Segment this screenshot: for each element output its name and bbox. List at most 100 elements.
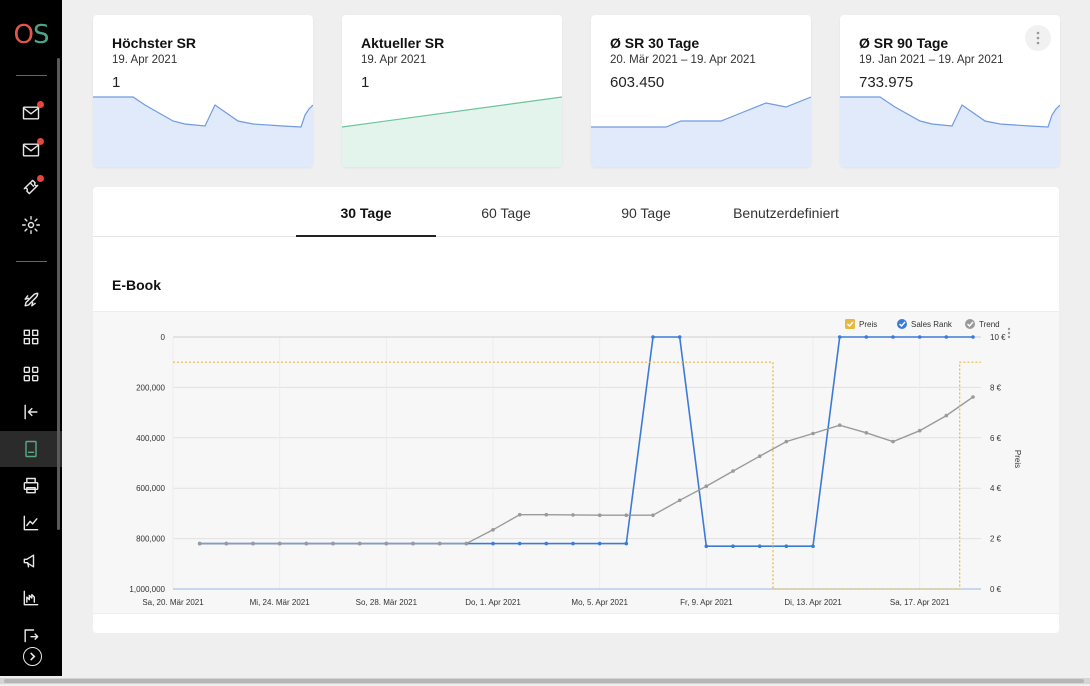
data-point-sales-rank [757,544,762,548]
sign-in-icon[interactable] [19,400,43,424]
data-point-sales-rank [971,335,975,339]
data-point-sales-rank [491,541,495,546]
sparkline [591,96,811,167]
y2-tick-label: 10 € [990,333,1006,342]
data-point-trend [491,528,495,532]
data-point-trend [224,541,229,546]
line-chart-icon[interactable] [19,511,43,535]
card-subtitle: 19. Apr 2021 [361,54,427,66]
chevron-right-icon[interactable] [23,647,42,666]
data-point-sales-rank [731,544,735,548]
y2-tick-label: 2 € [990,535,1002,544]
chart-menu-icon [1007,327,1011,331]
book-icon[interactable] [19,437,43,461]
data-point-trend [704,484,709,488]
section-title: E-Book [112,277,161,293]
sparkline [840,96,1060,167]
app-logo[interactable]: OS [0,20,62,50]
ticket-icon[interactable] [19,175,44,199]
data-point-sales-rank [597,541,602,546]
x-tick-label: Mo, 5. Apr 2021 [571,598,628,607]
tab-90-days[interactable]: 90 Tage [576,205,716,221]
data-point-sales-rank [837,335,842,339]
megaphone-icon[interactable] [19,549,43,573]
data-point-sales-rank [517,541,522,546]
data-point-trend [437,541,442,546]
export-icon[interactable] [19,623,43,647]
data-point-sales-rank [864,335,869,339]
data-point-sales-rank [704,544,709,548]
y-tick-label: 800,000 [136,535,165,544]
y2-tick-label: 6 € [990,434,1002,443]
card-subtitle: 20. Mär 2021 – 19. Apr 2021 [610,54,756,66]
tab-custom[interactable]: Benutzerdefiniert [716,205,856,221]
legend-marker-trend [965,319,975,329]
data-point-trend [917,428,922,433]
data-point-trend [891,439,895,444]
x-tick-label: Fr, 9. Apr 2021 [680,598,733,607]
sidebar-divider [16,261,47,262]
active-tab-indicator [296,235,436,237]
y2-tick-label: 4 € [990,484,1002,493]
sparkline [342,96,562,167]
notification-badge [37,101,44,108]
data-point-trend [811,431,815,436]
chart-menu-icon [1007,335,1011,339]
data-point-sales-rank [891,335,895,339]
data-point-trend [784,439,789,444]
notification-badge [37,138,44,145]
data-point-sales-rank [651,335,655,339]
data-point-trend [677,498,682,503]
card-subtitle: 19. Jan 2021 – 19. Apr 2021 [859,54,1004,66]
stat-card-avg-sr-30: Ø SR 30 Tage 20. Mär 2021 – 19. Apr 2021… [591,15,811,167]
card-value: 1 [112,74,121,91]
data-point-sales-rank [811,544,815,548]
chart-menu-icon [1007,331,1011,335]
stat-card-avg-sr-90: Ø SR 90 Tage 19. Jan 2021 – 19. Apr 2021… [840,15,1060,167]
printer-icon[interactable] [19,474,43,498]
card-title: Aktueller SR [361,35,445,51]
x-tick-label: Sa, 17. Apr 2021 [890,598,950,607]
gear-icon[interactable] [19,213,43,237]
data-point-trend [571,513,575,517]
data-point-trend [544,512,549,517]
grid-alt-icon[interactable] [19,362,43,386]
tab-30-days[interactable]: 30 Tage [296,205,436,221]
card-value: 733.975 [859,74,914,91]
data-point-sales-rank [571,541,575,546]
data-point-sales-rank [544,541,549,546]
y-tick-label: 0 [161,333,166,342]
sidebar-scrollbar[interactable] [57,58,60,530]
more-vertical-icon[interactable] [1025,25,1051,51]
data-point-trend [624,513,629,517]
data-point-sales-rank [944,335,949,339]
legend-label-trend: Trend [979,320,1000,329]
factory-chart-icon[interactable] [19,586,43,610]
card-value: 1 [361,74,370,91]
data-point-sales-rank [677,335,682,339]
sidebar-divider [16,75,47,76]
series-line-preis [173,361,981,590]
data-point-trend [651,513,655,517]
data-point-trend [304,541,309,546]
mail-check-icon[interactable] [19,138,44,162]
card-subtitle: 19. Apr 2021 [112,54,178,66]
data-point-trend [384,541,389,546]
data-point-trend [837,423,842,427]
data-point-trend [731,469,735,473]
stat-card-highest-sr: Höchster SR 19. Apr 2021 1 [93,15,313,167]
data-point-trend [251,541,255,546]
x-tick-label: Di, 13. Apr 2021 [784,598,842,607]
y-tick-label: 200,000 [136,383,165,392]
data-point-trend [464,541,469,546]
horizontal-scrollbar[interactable] [4,679,1084,683]
y-tick-label: 600,000 [136,484,165,493]
data-point-trend [517,512,522,517]
rocket-icon[interactable] [19,288,43,312]
card-title: Ø SR 30 Tage [610,35,700,51]
grid-icon[interactable] [19,325,43,349]
tab-60-days[interactable]: 60 Tage [436,205,576,221]
mail-icon[interactable] [19,101,44,125]
y-tick-label: 1,000,000 [129,585,165,594]
x-tick-label: So, 28. Mär 2021 [356,598,418,607]
